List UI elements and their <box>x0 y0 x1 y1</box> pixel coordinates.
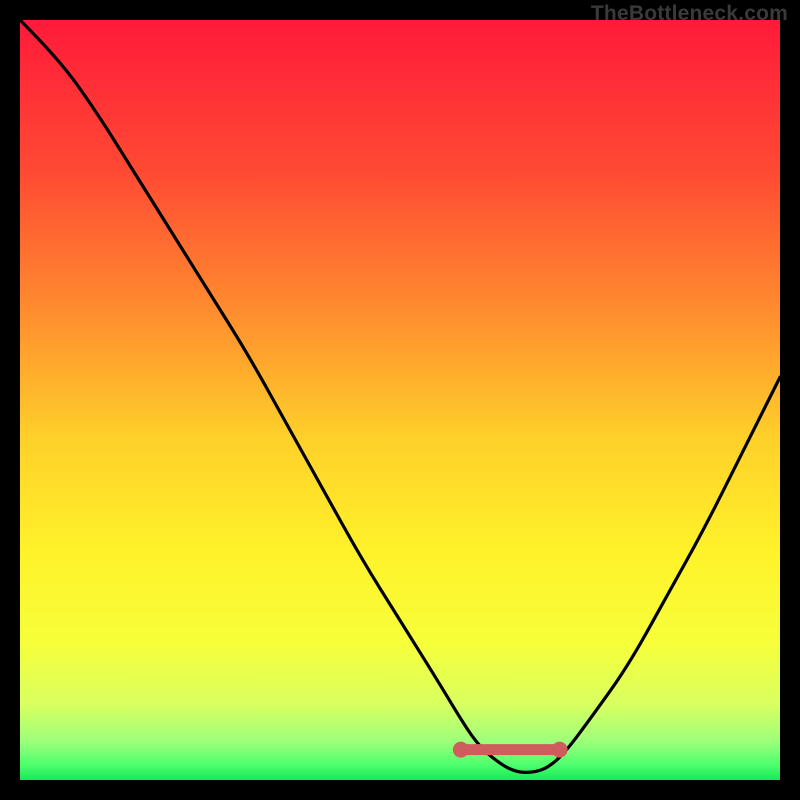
chart-frame: TheBottleneck.com <box>0 0 800 800</box>
gradient-background <box>20 20 780 780</box>
bottleneck-plot <box>20 20 780 780</box>
